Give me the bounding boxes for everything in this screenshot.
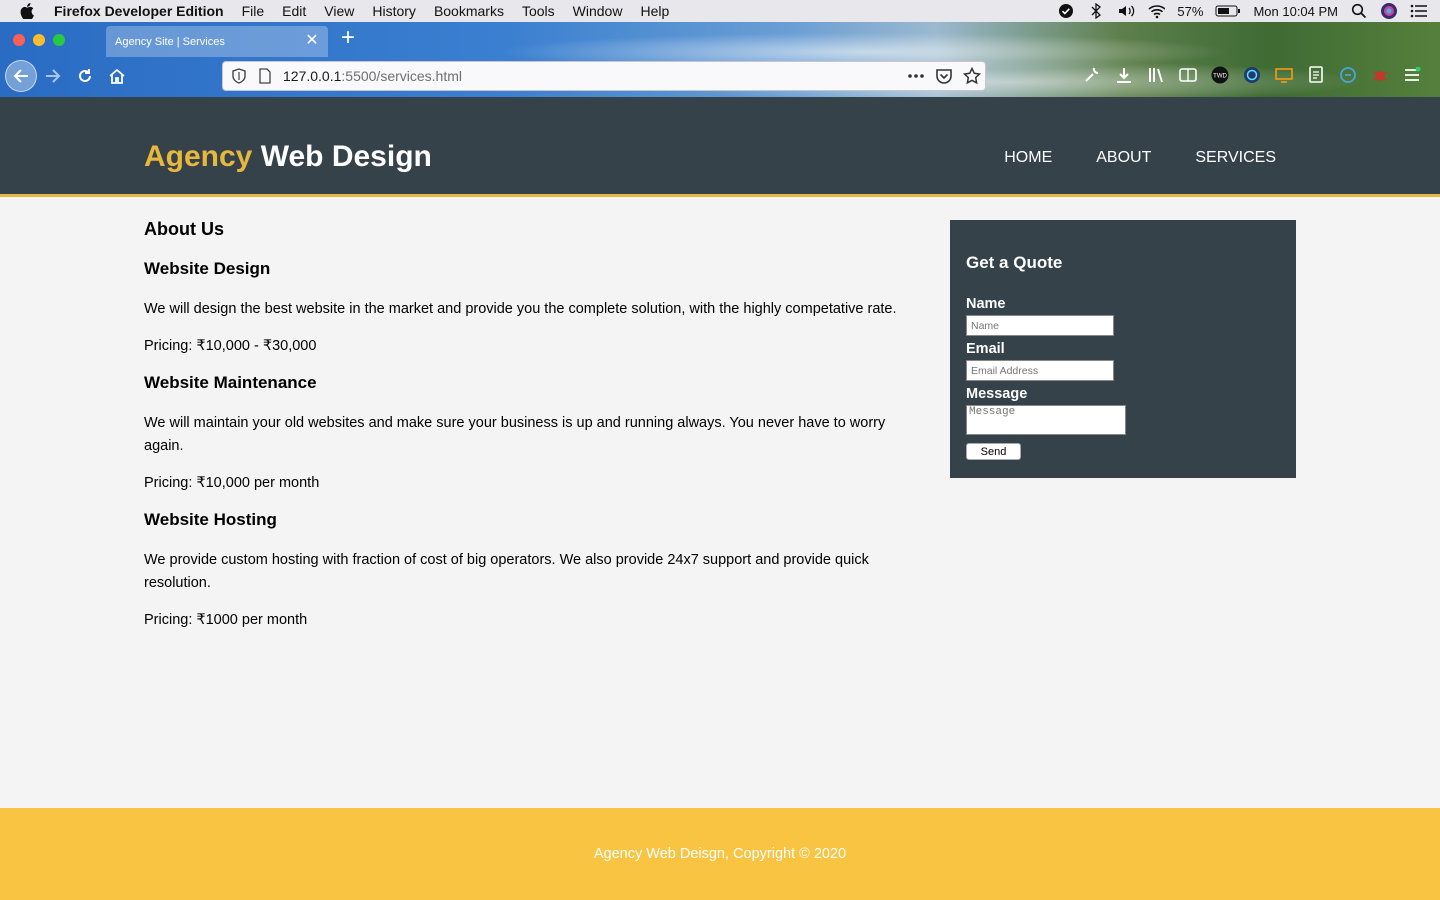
bookmark-star-icon[interactable] <box>963 67 981 85</box>
menu-edit[interactable]: Edit <box>282 3 306 19</box>
email-label: Email <box>966 341 1005 357</box>
menu-help[interactable]: Help <box>640 3 669 19</box>
menu-window[interactable]: Window <box>573 3 623 19</box>
site-nav: HOME ABOUT SERVICES <box>960 149 1276 167</box>
nav-link-about[interactable]: ABOUT <box>1096 149 1151 167</box>
forward-arrow-icon <box>46 69 61 83</box>
forward-button[interactable] <box>38 61 68 91</box>
page-info-icon[interactable] <box>257 68 273 84</box>
service-description: We provide custom hosting with fraction … <box>144 552 869 591</box>
devtools-wrench-icon[interactable] <box>1082 65 1102 85</box>
url-host: 127.0.0.1 <box>283 68 342 84</box>
new-tab-button[interactable]: + <box>337 26 359 50</box>
window-zoom-button[interactable] <box>53 34 65 46</box>
spotlight-search-icon[interactable] <box>1350 2 1368 20</box>
home-button[interactable] <box>102 61 132 91</box>
service-title: Website Maintenance <box>144 373 317 392</box>
battery-percent: 57% <box>1177 3 1204 19</box>
battery-icon[interactable] <box>1215 2 1241 20</box>
brand-highlight: Agency <box>144 140 253 173</box>
menu-history[interactable]: History <box>372 3 416 19</box>
reload-icon <box>79 69 91 82</box>
service-description: We will maintain your old websites and m… <box>144 415 886 454</box>
extensions-toolbar: TWD <box>1082 65 1434 85</box>
site-brand-logo[interactable]: Agency Web Design <box>144 140 432 174</box>
service-title: Website Hosting <box>144 510 277 529</box>
site-header: Agency Web Design HOME ABOUT SERVICES <box>0 97 1440 197</box>
notification-center-icon[interactable] <box>1410 2 1428 20</box>
nav-link-services[interactable]: SERVICES <box>1195 149 1276 167</box>
quote-form: Name Email Message Send <box>966 295 1280 460</box>
menu-tools[interactable]: Tools <box>522 3 555 19</box>
macos-menu-bar: Firefox Developer Edition File Edit View… <box>0 0 1440 22</box>
checkmark-badge-icon[interactable] <box>1057 2 1075 20</box>
browser-tab-active[interactable]: Agency Site | Services ✕ <box>106 26 328 57</box>
url-path: :5500/services.html <box>341 68 462 84</box>
back-arrow-icon <box>13 69 28 83</box>
service-item: Website Maintenance We will maintain you… <box>144 372 904 495</box>
extension-twd-icon[interactable]: TWD <box>1210 65 1230 85</box>
service-pricing: Pricing: ₹1000 per month <box>144 612 308 628</box>
service-description: We will design the best website in the m… <box>144 301 897 317</box>
tracking-protection-shield-icon[interactable] <box>231 68 247 84</box>
bluetooth-icon[interactable] <box>1087 2 1105 20</box>
app-menu-hamburger-icon[interactable] <box>1402 65 1422 85</box>
message-textarea[interactable] <box>966 405 1126 435</box>
extension-screen-icon[interactable] <box>1274 65 1294 85</box>
menu-status-area: 57% Mon 10:04 PM <box>1057 0 1440 22</box>
footer-copyright: Agency Web Deisgn, Copyright © 2020 <box>593 846 847 862</box>
menu-view[interactable]: View <box>324 3 354 19</box>
quote-title: Get a Quote <box>966 253 1063 272</box>
email-input[interactable] <box>966 360 1114 381</box>
tab-title: Agency Site | Services <box>115 35 225 48</box>
service-item: Website Design We will design the best w… <box>144 258 904 358</box>
nav-link-home[interactable]: HOME <box>1004 149 1052 167</box>
reader-view-icon[interactable] <box>1178 65 1198 85</box>
library-icon[interactable] <box>1146 65 1166 85</box>
back-button[interactable] <box>5 60 37 92</box>
menu-app-name[interactable]: Firefox Developer Edition <box>54 3 224 19</box>
menu-clock[interactable]: Mon 10:04 PM <box>1253 4 1338 19</box>
reload-button[interactable] <box>70 61 100 91</box>
extension-react-icon[interactable] <box>1242 65 1262 85</box>
site-footer: Agency Web Deisgn, Copyright © 2020 <box>0 808 1440 900</box>
window-close-button[interactable] <box>13 34 25 46</box>
apple-logo-icon[interactable] <box>20 3 34 20</box>
browser-chrome: Agency Site | Services ✕ + 127.0.0.1:550… <box>0 22 1440 97</box>
menu-file[interactable]: File <box>242 3 265 19</box>
send-button[interactable]: Send <box>966 443 1021 460</box>
brand-rest: Web Design <box>252 140 432 173</box>
wifi-icon[interactable] <box>1147 2 1166 20</box>
tab-strip: Agency Site | Services ✕ + <box>0 22 1440 57</box>
downloads-icon[interactable] <box>1114 65 1134 85</box>
browser-toolbar: 127.0.0.1:5500/services.html TWD <box>0 57 1440 97</box>
service-pricing: Pricing: ₹10,000 per month <box>144 475 320 491</box>
name-input[interactable] <box>966 315 1114 336</box>
service-title: Website Design <box>144 259 271 278</box>
service-pricing: Pricing: ₹10,000 - ₹30,000 <box>144 338 317 354</box>
url-bar[interactable]: 127.0.0.1:5500/services.html <box>222 61 986 91</box>
name-label: Name <box>966 296 1006 312</box>
main-content: About Us Website Design We will design t… <box>144 218 904 646</box>
pocket-icon[interactable] <box>935 68 953 84</box>
extension-notes-icon[interactable] <box>1306 65 1326 85</box>
quote-sidebar: Get a Quote Name Email Message Send <box>950 220 1296 478</box>
window-minimize-button[interactable] <box>33 34 45 46</box>
tab-close-icon[interactable]: ✕ <box>304 33 320 49</box>
home-icon <box>109 68 125 84</box>
extension-bug-icon[interactable] <box>1370 65 1390 85</box>
message-label: Message <box>966 386 1028 402</box>
page-actions-icon[interactable] <box>907 68 925 84</box>
menu-bookmarks[interactable]: Bookmarks <box>434 3 504 19</box>
service-item: Website Hosting We provide custom hostin… <box>144 509 904 632</box>
extension-sync-icon[interactable] <box>1338 65 1358 85</box>
volume-icon[interactable] <box>1117 2 1135 20</box>
svg-text:TWD: TWD <box>1213 74 1227 80</box>
siri-icon[interactable] <box>1380 2 1398 20</box>
page-heading: About Us <box>144 219 224 239</box>
